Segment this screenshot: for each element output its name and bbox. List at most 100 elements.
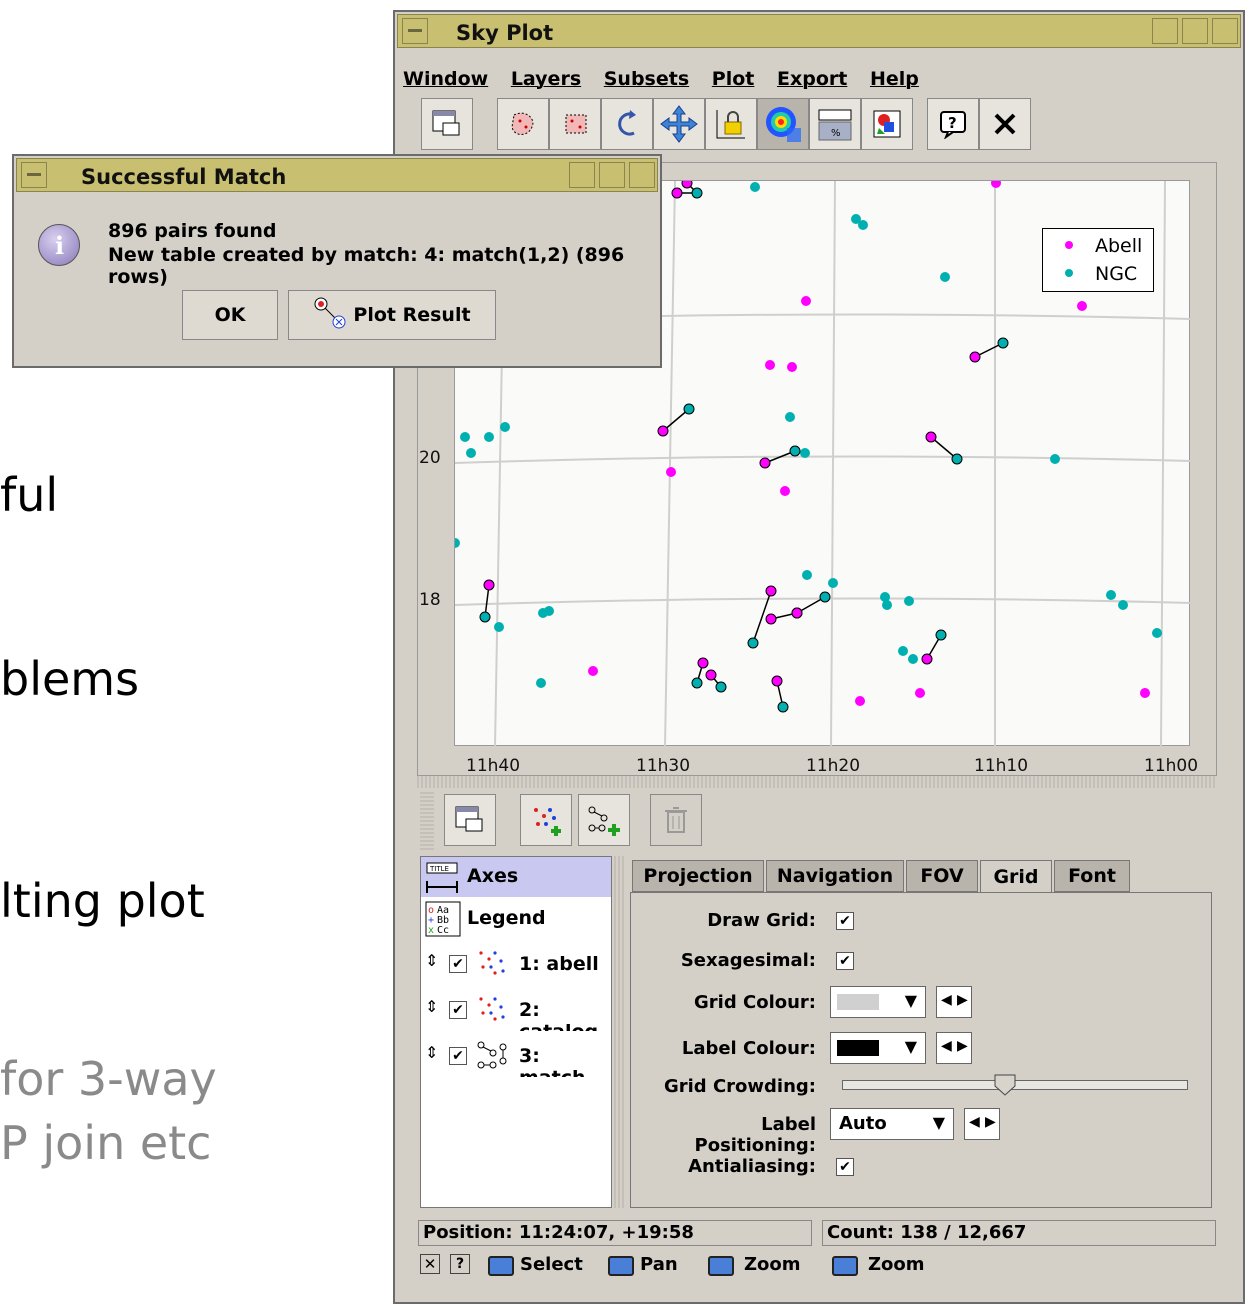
drag-handle-icon[interactable]: ⇕ — [425, 997, 438, 1016]
window-menu-icon[interactable] — [402, 18, 428, 44]
add-layer-icon[interactable] — [520, 794, 572, 846]
grid-colour-stepper[interactable]: ◀ ▶ — [936, 986, 972, 1018]
maximize-icon[interactable] — [1182, 18, 1208, 44]
drag-handle-icon[interactable]: ⇕ — [425, 951, 438, 970]
ngc-point — [536, 678, 546, 688]
arrow-right-icon[interactable]: ▶ — [957, 992, 968, 1008]
delete-layer-icon[interactable] — [650, 794, 702, 846]
draw-grid-checkbox[interactable]: ✔ — [836, 912, 854, 930]
tab-grid[interactable]: Grid — [980, 860, 1052, 892]
matched-point — [791, 607, 803, 619]
x-tick-11h40: 11h40 — [466, 756, 521, 776]
subset-blob-icon[interactable] — [497, 98, 549, 150]
minimize-icon[interactable] — [569, 162, 595, 188]
matched-point — [705, 669, 717, 681]
ok-button[interactable]: OK — [182, 290, 278, 340]
label-colour-select[interactable]: ▼ — [830, 1032, 926, 1064]
layer-label-abell: 1: abell — [519, 953, 599, 975]
menu-export[interactable]: Export — [777, 68, 847, 90]
close-icon[interactable] — [979, 98, 1031, 150]
splitter[interactable] — [417, 776, 1217, 788]
grid-colour-swatch — [837, 994, 879, 1010]
matched-point — [747, 637, 759, 649]
hints-help-icon[interactable]: ? — [450, 1254, 470, 1274]
maximize-icon[interactable] — [599, 162, 625, 188]
subset-box-icon[interactable] — [549, 98, 601, 150]
slider-thumb[interactable] — [994, 1074, 1016, 1096]
abell-point — [787, 362, 797, 372]
tab-font[interactable]: Font — [1054, 860, 1130, 892]
matched-point — [691, 187, 703, 199]
dialog-titlebar[interactable]: Successful Match — [16, 158, 658, 192]
layer-item-match[interactable]: ⇕ ✔ 3: match — [421, 1033, 611, 1077]
layer-item-abell[interactable]: ⇕ ✔ 1: abell — [421, 941, 611, 985]
grid-colour-label: Grid Colour: — [694, 992, 816, 1013]
pan-icon[interactable] — [653, 98, 705, 150]
add-pair-layer-icon[interactable] — [578, 794, 630, 846]
label-positioning-select[interactable]: Auto ▼ — [830, 1108, 954, 1140]
close-hints-icon[interactable]: ✕ — [420, 1254, 440, 1274]
sky-plot-titlebar[interactable]: Sky Plot — [397, 14, 1241, 48]
layer-item-catalog[interactable]: ⇕ ✔ 2: catalog — [421, 987, 611, 1031]
matched-point — [697, 657, 709, 669]
window-icon[interactable] — [421, 98, 473, 150]
ngc-point — [450, 538, 460, 548]
layer-match-checkbox[interactable]: ✔ — [449, 1047, 467, 1065]
ngc-point — [858, 220, 868, 230]
label-colour-stepper[interactable]: ◀ ▶ — [936, 1032, 972, 1064]
menu-help[interactable]: Help — [870, 68, 919, 90]
grid-colour-select[interactable]: ▼ — [830, 986, 926, 1018]
abell-point — [1140, 688, 1150, 698]
scale-icon[interactable]: % — [809, 98, 861, 150]
tab-navigation[interactable]: Navigation — [766, 860, 904, 892]
antialiasing-checkbox[interactable]: ✔ — [836, 1158, 854, 1176]
tab-fov[interactable]: FOV — [906, 860, 978, 892]
layer-item-axes[interactable]: TITLE Axes — [421, 857, 611, 897]
label-positioning-stepper[interactable]: ◀ ▶ — [964, 1108, 1000, 1140]
successful-match-dialog: Successful Match i 896 pairs found New t… — [12, 154, 662, 368]
menu-window[interactable]: Window — [403, 68, 488, 90]
pair-match-icon — [313, 296, 347, 335]
legend-ngc-marker — [1065, 269, 1073, 277]
layer-catalog-checkbox[interactable]: ✔ — [449, 1001, 467, 1019]
grid-crowding-label: Grid Crowding: — [663, 1076, 816, 1097]
side-splitter[interactable] — [614, 856, 626, 1208]
close-window-icon[interactable] — [629, 162, 655, 188]
arrow-right-icon[interactable]: ▶ — [985, 1114, 996, 1130]
frame-layer-icon[interactable] — [444, 794, 496, 846]
arrow-left-icon[interactable]: ◀ — [941, 1038, 952, 1054]
ngc-point — [898, 646, 908, 656]
sexagesimal-checkbox[interactable]: ✔ — [836, 952, 854, 970]
replot-icon[interactable] — [601, 98, 653, 150]
help-icon[interactable]: ? — [927, 98, 979, 150]
layer-abell-checkbox[interactable]: ✔ — [449, 955, 467, 973]
ngc-point — [802, 570, 812, 580]
grid-line — [830, 180, 836, 748]
drag-handle-icon[interactable]: ⇕ — [425, 1043, 438, 1062]
plot-legend: Abell NGC — [1042, 228, 1154, 292]
tab-projection[interactable]: Projection — [632, 860, 764, 892]
svg-text:Cc: Cc — [437, 925, 449, 936]
lock-icon[interactable] — [705, 98, 757, 150]
layer-item-legend[interactable]: o Aa + Bb x Cc Legend — [421, 899, 611, 939]
export-icon[interactable] — [861, 98, 913, 150]
ngc-point — [750, 182, 760, 192]
arrow-left-icon[interactable]: ◀ — [941, 992, 952, 1008]
menu-plot[interactable]: Plot — [712, 68, 755, 90]
minimize-icon[interactable] — [1152, 18, 1178, 44]
plot-result-button[interactable]: Plot Result — [288, 290, 496, 340]
ngc-point — [785, 412, 795, 422]
toolbar-grip — [420, 790, 434, 850]
window-menu-icon[interactable] — [21, 162, 47, 188]
bg-text-1: ful — [0, 468, 59, 522]
close-window-icon[interactable] — [1212, 18, 1238, 44]
menu-layers[interactable]: Layers — [511, 68, 581, 90]
arrow-right-icon[interactable]: ▶ — [957, 1038, 968, 1054]
chevron-down-icon: ▼ — [904, 1037, 917, 1056]
arrow-left-icon[interactable]: ◀ — [969, 1114, 980, 1130]
sexagesimal-label: Sexagesimal: — [680, 950, 816, 971]
density-icon[interactable] — [757, 98, 809, 150]
ngc-point — [460, 432, 470, 442]
mouse-left-icon — [608, 1256, 634, 1276]
menu-subsets[interactable]: Subsets — [604, 68, 689, 90]
